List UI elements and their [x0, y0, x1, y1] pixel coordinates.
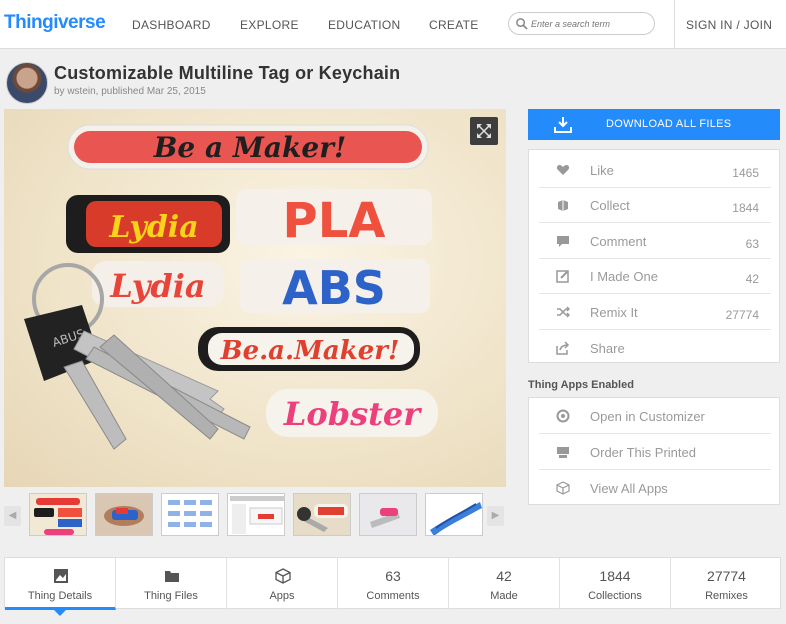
thumbnail-3[interactable] [161, 493, 219, 536]
printer-icon [557, 447, 569, 458]
thingiverse-logo[interactable]: Thingiverse [4, 12, 106, 34]
tag-be-a-maker-2: Be.a.Maker! [220, 336, 400, 366]
download-icon [554, 117, 572, 133]
like-button[interactable]: Like 1465 [539, 152, 771, 188]
nav-create[interactable]: CREATE [429, 0, 479, 49]
details-icon [54, 569, 68, 583]
tag-abs: ABS [282, 261, 386, 315]
tag-pla: PLA [283, 193, 386, 249]
thumbnail-6[interactable] [359, 493, 417, 536]
tab-thing-details[interactable]: Thing Details [5, 558, 116, 610]
made-icon [556, 270, 569, 283]
header-divider [674, 0, 675, 49]
collect-button[interactable]: Collect 1844 [539, 187, 771, 223]
tag-lobster: Lobster [283, 395, 422, 433]
tab-comments[interactable]: 63 Comments [338, 558, 449, 610]
tab-apps[interactable]: Apps [227, 558, 338, 610]
tab-remixes[interactable]: 27774 Remixes [671, 558, 782, 610]
folder-icon [165, 571, 179, 582]
thumbnail-7[interactable] [425, 493, 483, 536]
nav-education[interactable]: EDUCATION [328, 0, 400, 49]
author-avatar[interactable] [6, 62, 48, 104]
download-label: DOWNLOAD ALL FILES [606, 118, 732, 130]
view-all-apps-button[interactable]: View All Apps [539, 470, 771, 506]
tab-collections[interactable]: 1844 Collections [560, 558, 671, 610]
expand-icon [477, 124, 491, 138]
thumbnail-1[interactable] [29, 493, 87, 536]
cube-icon [556, 481, 570, 495]
remix-icon [557, 306, 570, 318]
collect-icon [558, 200, 568, 211]
stats-panel: Like 1465 Collect 1844 Comment 63 I Made… [528, 149, 780, 363]
thing-title: Customizable Multiline Tag or Keychain [54, 63, 401, 83]
sign-in-link[interactable]: SIGN IN / JOIN [686, 0, 772, 49]
share-icon [556, 341, 570, 355]
cube-icon [275, 568, 291, 584]
customizer-icon [556, 409, 570, 423]
thumbnail-5[interactable] [293, 493, 351, 536]
apps-panel: Open in Customizer Order This Printed Vi… [528, 397, 780, 505]
order-printed-button[interactable]: Order This Printed [539, 434, 771, 470]
thing-apps-heading: Thing Apps Enabled [528, 379, 634, 391]
thing-byline: by wstein, published Mar 25, 2015 [54, 86, 206, 97]
keychain-photo: Be a Maker! Lydia PLA Lydia ABS Be.a.Mak… [24, 124, 438, 450]
download-all-button[interactable]: DOWNLOAD ALL FILES [528, 109, 780, 140]
tag-be-a-maker: Be a Maker! [153, 131, 347, 164]
comment-button[interactable]: Comment 63 [539, 223, 771, 259]
top-header: Thingiverse DASHBOARD EXPLORE EDUCATION … [0, 0, 786, 49]
main-thing-image[interactable]: Be a Maker! Lydia PLA Lydia ABS Be.a.Mak… [4, 109, 506, 487]
open-in-customizer-button[interactable]: Open in Customizer [539, 398, 771, 434]
tag-lydia-black: Lydia [108, 210, 198, 245]
thing-tabs: Thing Details Thing Files Apps 63 Commen… [4, 557, 782, 610]
heart-icon [556, 165, 570, 175]
nav-explore[interactable]: EXPLORE [240, 0, 299, 49]
share-button[interactable]: Share [539, 330, 771, 366]
tab-made[interactable]: 42 Made [449, 558, 560, 610]
thumb-prev-button[interactable]: ◀ [4, 506, 21, 526]
comment-icon [557, 236, 569, 247]
active-tab-pointer [52, 608, 68, 616]
nav-dashboard[interactable]: DASHBOARD [132, 0, 211, 49]
search-icon [516, 18, 528, 30]
thumbnail-2[interactable] [95, 493, 153, 536]
tab-thing-files[interactable]: Thing Files [116, 558, 227, 610]
remix-button[interactable]: Remix It 27774 [539, 294, 771, 330]
search-box[interactable] [508, 12, 655, 35]
thumbnail-4[interactable] [227, 493, 285, 536]
i-made-one-button[interactable]: I Made One 42 [539, 258, 771, 294]
search-input[interactable] [531, 15, 649, 32]
thumb-next-button[interactable]: ▶ [487, 506, 504, 526]
expand-image-button[interactable] [470, 117, 498, 145]
tag-lydia-red: Lydia [109, 267, 205, 305]
